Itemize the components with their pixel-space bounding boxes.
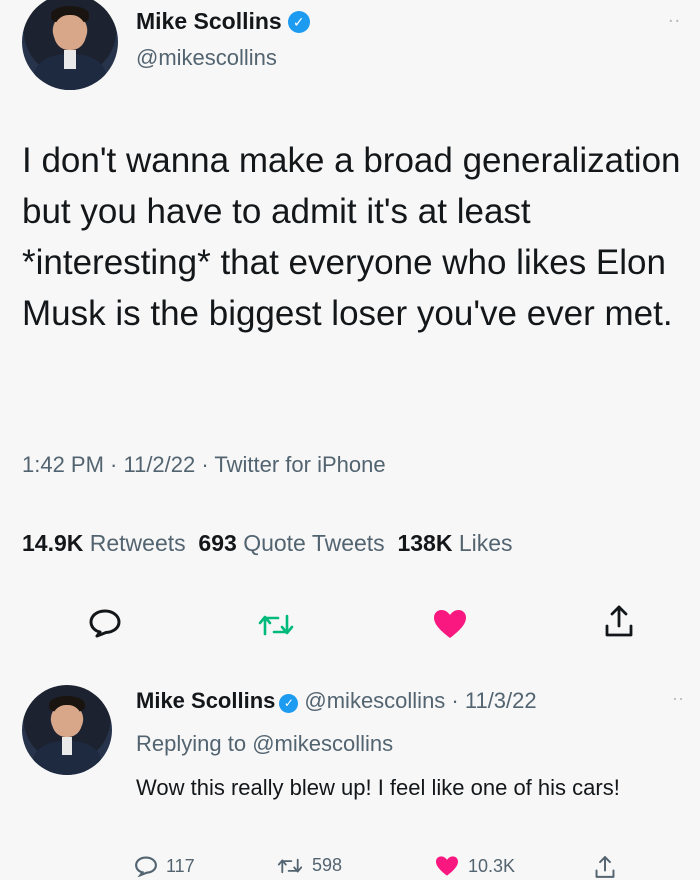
likes-stat[interactable]: 138K Likes	[397, 530, 512, 556]
reply-icon[interactable]	[88, 608, 122, 638]
reply-retweet-button[interactable]: 598	[276, 855, 342, 876]
reply-reply-button[interactable]: 117	[134, 855, 195, 877]
reply-handle-date[interactable]: @mikescollins · 11/3/22	[304, 688, 536, 713]
quotes-stat[interactable]: 693 Quote Tweets	[198, 530, 384, 556]
author-handle[interactable]: @mikescollins	[136, 45, 277, 71]
like-heart-icon	[436, 856, 458, 876]
tweet-timestamp[interactable]: 1:42 PM · 11/2/22 · Twitter for iPhone	[22, 452, 386, 478]
retweets-stat[interactable]: 14.9K Retweets	[22, 530, 186, 556]
reply-more-options-icon[interactable]: ··	[672, 688, 684, 709]
avatar-shirt	[64, 49, 76, 69]
reply-icon	[135, 856, 157, 877]
share-icon[interactable]	[604, 604, 634, 638]
retweets-count: 14.9K	[22, 530, 84, 556]
share-icon	[595, 856, 615, 878]
retweet-count: 598	[312, 855, 343, 875]
replying-mention[interactable]: @mikescollins	[252, 731, 393, 756]
reply-text: Wow this really blew up! I feel like one…	[136, 775, 620, 800]
avatar-face	[53, 15, 87, 50]
quotes-count: 693	[198, 530, 237, 556]
quotes-label: Quote Tweets	[243, 530, 385, 556]
likes-label: Likes	[458, 530, 513, 556]
like-count: 10.3K	[468, 855, 516, 876]
replying-prefix: Replying to	[136, 731, 247, 756]
reply-avatar[interactable]	[22, 685, 112, 775]
likes-count: 138K	[397, 530, 453, 556]
retweets-label: Retweets	[89, 530, 186, 556]
avatar-face	[51, 704, 83, 738]
reply-count: 117	[166, 855, 195, 876]
main-tweet: Mike Scollins ✓ @mikescollins .. I don't …	[0, 0, 700, 665]
more-options-icon[interactable]: ..	[668, 5, 681, 28]
verified-badge-icon: ✓	[287, 11, 310, 33]
like-heart-icon[interactable]	[432, 608, 468, 640]
reply-like-button[interactable]: 10.3K	[434, 855, 515, 877]
retweet-icon[interactable]	[256, 612, 296, 638]
avatar[interactable]	[22, 0, 118, 90]
author-name[interactable]: Mike Scollins ✓	[136, 8, 310, 35]
replying-to: Replying to @mikescollins	[136, 731, 393, 757]
reply-action-bar: 117 598 10.3K	[0, 855, 700, 880]
verified-badge-icon: ✓	[279, 694, 299, 713]
reply-header: Mike Scollins ✓ @mikescollins · 11/3/22	[136, 688, 537, 714]
tweet-text: I don't wanna make a broad generalizatio…	[22, 141, 681, 333]
tweet-stats: 14.9K Retweets 693 Quote Tweets 138K Lik…	[22, 530, 513, 557]
avatar-shirt	[61, 737, 73, 756]
retweet-icon	[277, 858, 303, 873]
reply-author-name[interactable]: Mike Scollins	[136, 688, 275, 713]
reply-share-button[interactable]	[594, 855, 616, 879]
author-name-text[interactable]: Mike Scollins	[136, 8, 282, 34]
